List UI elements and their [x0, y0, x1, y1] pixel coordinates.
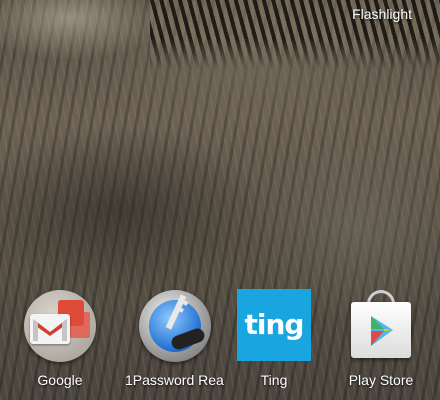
app-label: 1Password Rea.. [125, 372, 225, 388]
key-icon [165, 294, 189, 330]
play-store-icon[interactable] [343, 288, 419, 364]
app-ting[interactable]: ting Ting [224, 288, 324, 388]
app-1password[interactable]: 1Password Rea.. [125, 288, 225, 388]
ting-logo-text: ting [237, 289, 311, 361]
gmail-envelope-icon [30, 314, 70, 344]
app-google[interactable]: Google [10, 288, 110, 388]
app-play-store[interactable]: Play Store [331, 288, 431, 388]
flashlight-shortcut-label[interactable]: Flashlight [352, 6, 412, 22]
google-folder-icon[interactable] [22, 288, 98, 364]
ting-icon[interactable]: ting [236, 288, 312, 364]
1password-icon[interactable] [137, 288, 213, 364]
shopping-bag [351, 302, 411, 358]
app-dock: Google 1Password Rea.. ting Ting Play St… [0, 288, 440, 400]
app-label: Ting [260, 372, 288, 388]
app-label: Google [37, 372, 83, 388]
play-triangle-icon [371, 316, 393, 346]
app-label: Play Store [348, 372, 414, 388]
